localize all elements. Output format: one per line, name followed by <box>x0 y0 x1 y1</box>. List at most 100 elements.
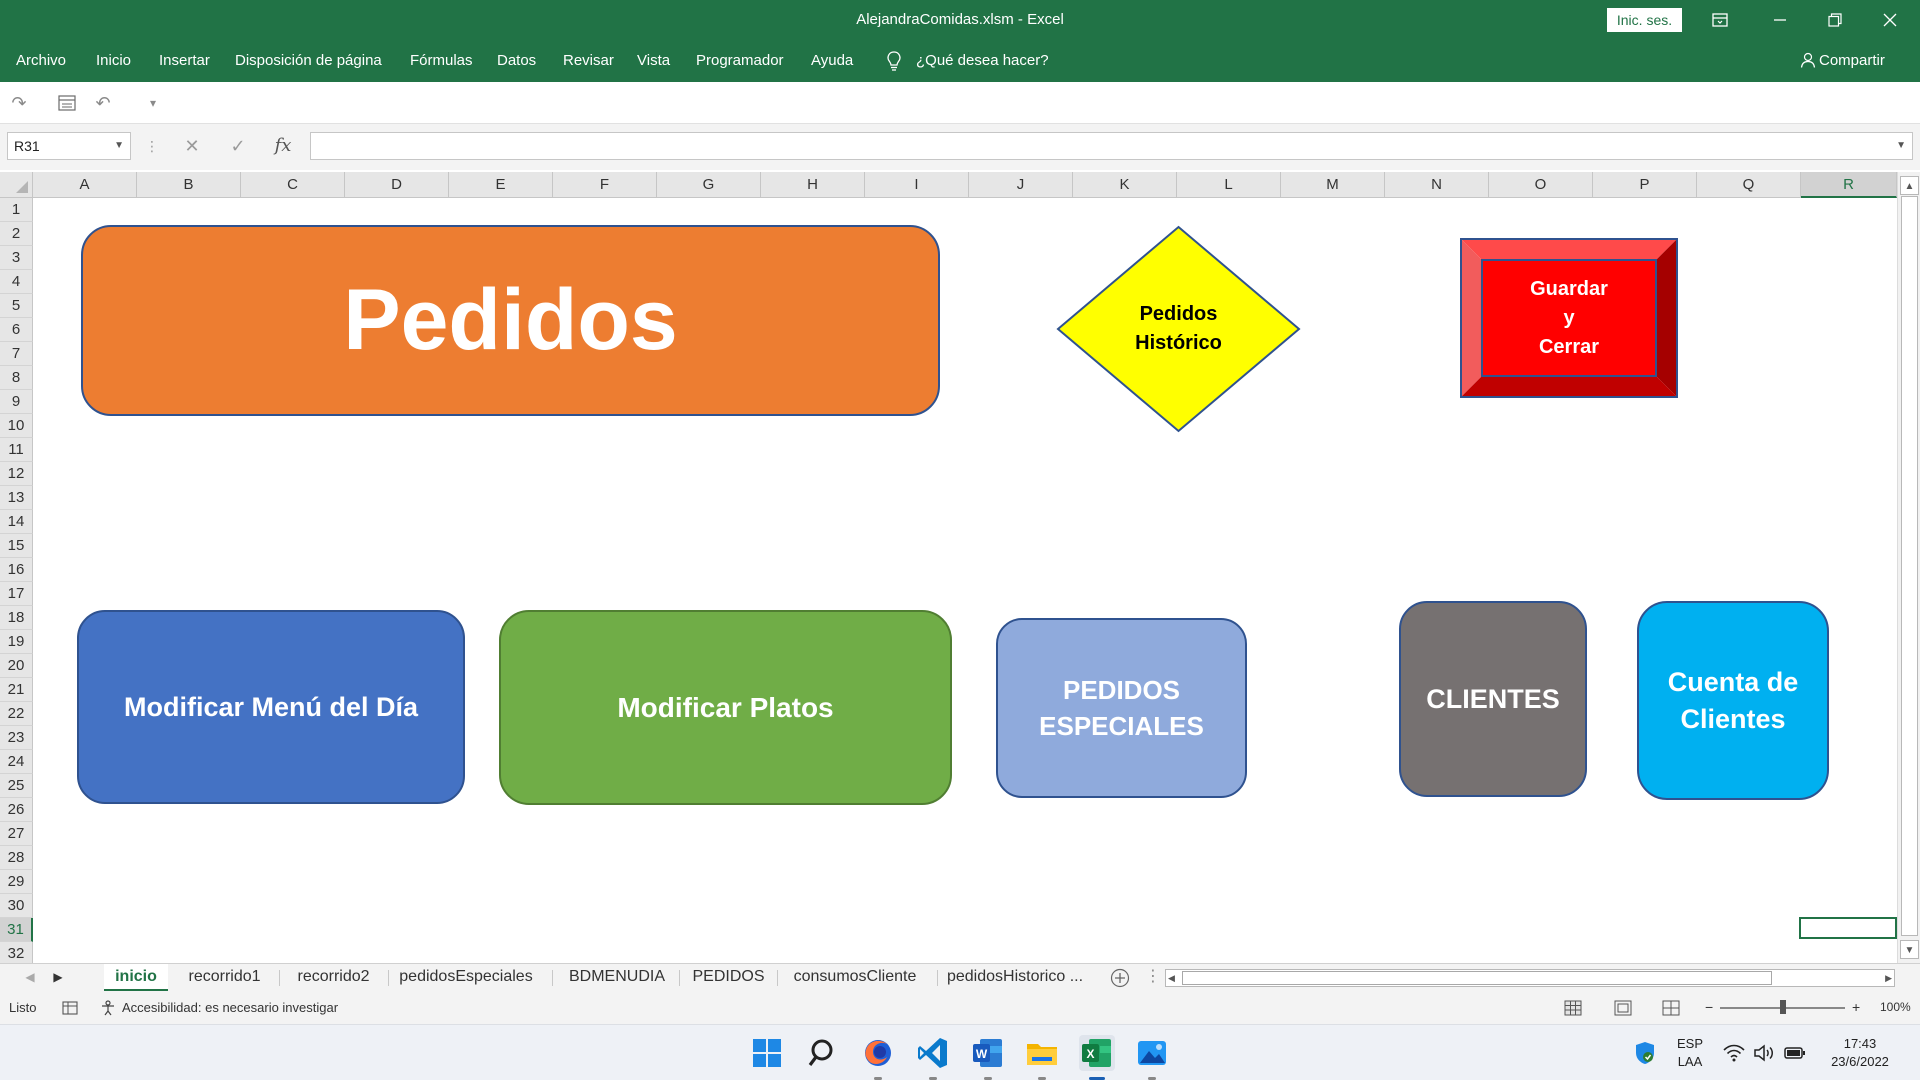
horizontal-scrollbar[interactable]: ◀ ▶ <box>1165 969 1895 987</box>
zoom-level[interactable]: 100% <box>1880 991 1911 1024</box>
column-header[interactable]: E <box>449 172 553 198</box>
scroll-thumb[interactable] <box>1901 196 1918 936</box>
sheet-tab-pedidos-especiales[interactable]: pedidosEspeciales <box>391 964 541 992</box>
row-header[interactable]: 22 <box>0 702 33 726</box>
column-header[interactable]: Q <box>1697 172 1801 198</box>
row-header[interactable]: 14 <box>0 510 33 534</box>
sheet-tab-bdmenudia[interactable]: BDMENUDIA <box>555 964 679 992</box>
row-header[interactable]: 21 <box>0 678 33 702</box>
file-explorer-icon[interactable] <box>1024 1035 1060 1080</box>
scroll-up-icon[interactable]: ▲ <box>1900 176 1919 195</box>
tab-ayuda[interactable]: Ayuda <box>811 40 853 82</box>
input-language[interactable]: ESP LAA <box>1668 1025 1712 1081</box>
next-sheet-icon[interactable]: ▶ <box>48 964 68 992</box>
sheet-tab-pedidos-historico[interactable]: pedidosHistorico ... <box>940 964 1090 992</box>
pedidos-historico-button[interactable]: Pedidos Histórico <box>1056 225 1301 433</box>
firefox-icon[interactable] <box>860 1035 896 1080</box>
column-header[interactable]: D <box>345 172 449 198</box>
scroll-right-icon[interactable]: ▶ <box>1885 970 1892 986</box>
wifi-icon[interactable] <box>1722 1025 1746 1081</box>
column-header[interactable]: A <box>33 172 137 198</box>
column-header[interactable]: H <box>761 172 865 198</box>
cancel-icon[interactable]: ✕ <box>177 132 207 160</box>
modificar-platos-button[interactable]: Modificar Platos <box>499 610 952 805</box>
h-scroll-thumb[interactable] <box>1182 971 1772 985</box>
vscode-icon[interactable] <box>915 1035 951 1080</box>
column-header[interactable]: M <box>1281 172 1385 198</box>
row-header[interactable]: 18 <box>0 606 33 630</box>
more-options-icon[interactable]: ⋮ <box>137 132 167 160</box>
row-header[interactable]: 31 <box>0 918 33 942</box>
row-header[interactable]: 2 <box>0 222 33 246</box>
prev-sheet-icon[interactable]: ◀ <box>20 964 40 992</box>
column-header[interactable]: N <box>1385 172 1489 198</box>
row-header[interactable]: 5 <box>0 294 33 318</box>
lightbulb-icon[interactable] <box>886 40 902 82</box>
sheet-tab-recorrido2[interactable]: recorrido2 <box>282 964 385 992</box>
row-header[interactable]: 17 <box>0 582 33 606</box>
word-icon[interactable]: W <box>970 1035 1006 1080</box>
tab-formulas[interactable]: Fórmulas <box>410 40 473 82</box>
row-header[interactable]: 16 <box>0 558 33 582</box>
photos-icon[interactable] <box>1134 1035 1170 1080</box>
windows-start-icon[interactable] <box>749 1035 785 1071</box>
macro-record-icon[interactable] <box>62 991 78 1024</box>
tell-me-search[interactable]: ¿Qué desea hacer? <box>916 40 1049 82</box>
tab-vista[interactable]: Vista <box>637 40 670 82</box>
undo-icon[interactable]: ↶ <box>90 90 116 116</box>
select-all-corner[interactable] <box>0 172 33 198</box>
ribbon-display-icon[interactable] <box>1690 0 1750 40</box>
chevron-down-icon[interactable]: ▼ <box>114 133 124 159</box>
name-box[interactable]: R31 ▼ <box>7 132 131 160</box>
excel-icon[interactable]: X <box>1079 1035 1115 1080</box>
row-header[interactable]: 10 <box>0 414 33 438</box>
column-header[interactable]: J <box>969 172 1073 198</box>
row-header[interactable]: 19 <box>0 630 33 654</box>
modificar-menu-button[interactable]: Modificar Menú del Día <box>77 610 465 804</box>
split-handle-icon[interactable]: ⋮ <box>1145 964 1161 992</box>
defender-icon[interactable] <box>1632 1025 1658 1081</box>
pedidos-title-shape[interactable]: Pedidos <box>81 225 940 416</box>
normal-view-icon[interactable] <box>1564 991 1582 1024</box>
cuenta-clientes-button[interactable]: Cuenta de Clientes <box>1637 601 1829 800</box>
enter-check-icon[interactable]: ✓ <box>223 132 253 160</box>
column-header[interactable]: P <box>1593 172 1697 198</box>
column-header[interactable]: G <box>657 172 761 198</box>
row-header[interactable]: 25 <box>0 774 33 798</box>
row-header[interactable]: 26 <box>0 798 33 822</box>
column-header[interactable]: I <box>865 172 969 198</box>
battery-icon[interactable] <box>1782 1025 1808 1081</box>
sheet-tab-inicio[interactable]: inicio <box>104 964 168 992</box>
row-header[interactable]: 30 <box>0 894 33 918</box>
row-header[interactable]: 7 <box>0 342 33 366</box>
pedidos-especiales-button[interactable]: PEDIDOS ESPECIALES <box>996 618 1247 798</box>
customize-qat-icon[interactable]: ▾ <box>140 90 166 116</box>
row-header[interactable]: 24 <box>0 750 33 774</box>
formula-input[interactable]: ▼ <box>310 132 1913 160</box>
share-button[interactable]: Compartir <box>1800 40 1885 82</box>
row-header[interactable]: 9 <box>0 390 33 414</box>
guardar-cerrar-button[interactable]: Guardar y Cerrar <box>1460 238 1678 398</box>
row-header[interactable]: 4 <box>0 270 33 294</box>
form-icon[interactable] <box>54 90 80 116</box>
tab-insertar[interactable]: Insertar <box>159 40 210 82</box>
column-header[interactable]: O <box>1489 172 1593 198</box>
worksheet-grid[interactable]: ABCDEFGHIJKLMNOPQR 1 2 3 4 5 6 7 8 9 10 11 12 13 14 15… <box>0 172 1920 966</box>
row-header[interactable]: 20 <box>0 654 33 678</box>
clientes-button[interactable]: CLIENTES <box>1399 601 1587 797</box>
scroll-down-icon[interactable]: ▼ <box>1900 940 1919 959</box>
expand-formula-icon[interactable]: ▼ <box>1896 133 1906 159</box>
selected-cell[interactable] <box>1799 917 1897 939</box>
column-header[interactable]: R <box>1801 172 1897 198</box>
row-header[interactable]: 13 <box>0 486 33 510</box>
restore-icon[interactable] <box>1805 0 1865 40</box>
clock[interactable]: 17:43 23/6/2022 <box>1820 1025 1900 1081</box>
column-header[interactable]: L <box>1177 172 1281 198</box>
row-header[interactable]: 11 <box>0 438 33 462</box>
sheet-tab-recorrido1[interactable]: recorrido1 <box>173 964 276 992</box>
row-header[interactable]: 27 <box>0 822 33 846</box>
sheet-tab-consumos-cliente[interactable]: consumosCliente <box>780 964 930 992</box>
row-header[interactable]: 1 <box>0 198 33 222</box>
zoom-in-button[interactable]: + <box>1852 991 1860 1024</box>
column-header[interactable]: F <box>553 172 657 198</box>
